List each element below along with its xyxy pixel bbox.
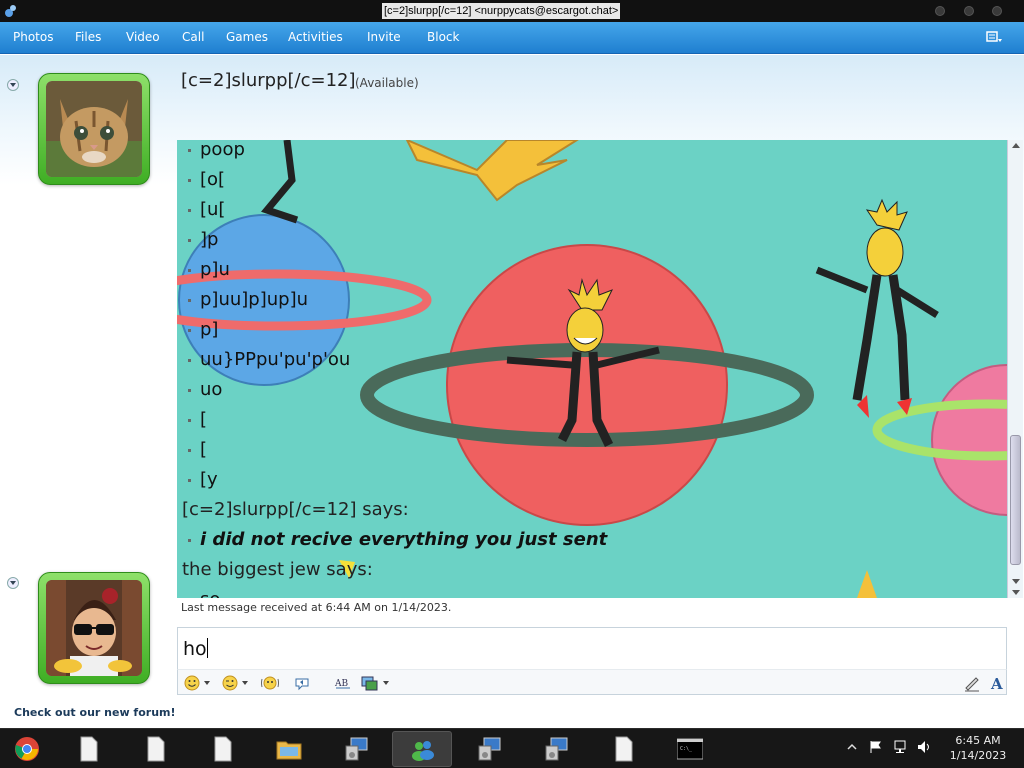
document-taskbar-button-3[interactable]: [192, 731, 252, 767]
forum-link[interactable]: Check out our new forum!: [14, 706, 176, 719]
title-bar: [c=2]slurpp[/c=12] <nurppycats@escargot.…: [0, 0, 1024, 22]
installer-taskbar-button-2[interactable]: [459, 731, 519, 767]
svg-text:C:\_: C:\_: [680, 746, 693, 752]
messenger-taskbar-button[interactable]: [392, 731, 452, 767]
show-hidden-icons-icon[interactable]: [847, 742, 857, 752]
chat-message: [: [182, 405, 982, 435]
chat-message: [o[: [182, 165, 982, 195]
clock-date: 1/14/2023: [949, 749, 1007, 762]
installer-taskbar-button-1[interactable]: [326, 731, 386, 767]
wink-icon[interactable]: [221, 674, 239, 692]
menu-photos[interactable]: Photos: [13, 30, 53, 44]
installer-taskbar-button-3[interactable]: [526, 731, 586, 767]
action-center-flag-icon[interactable]: [869, 740, 883, 754]
collapse-contact-picture-icon[interactable]: [7, 79, 19, 91]
message-input[interactable]: ho: [177, 627, 1007, 669]
installer-icon: [545, 737, 568, 761]
system-clock[interactable]: 6:45 AM 1/14/2023: [946, 733, 1010, 763]
contact-avatar[interactable]: [38, 73, 150, 185]
menu-games[interactable]: Games: [226, 30, 268, 44]
document-icon: [615, 736, 633, 762]
show-menu-icon[interactable]: [986, 30, 1002, 44]
installer-icon: [478, 737, 501, 761]
wink-dropdown-icon[interactable]: [242, 681, 248, 685]
installer-icon: [345, 737, 368, 761]
messenger-logo-icon: [5, 5, 16, 17]
chrome-icon: [15, 737, 39, 761]
chat-message: [y: [182, 465, 982, 495]
message-sender-header: [c=2]slurpp[/c=12] says:: [182, 499, 409, 520]
folder-icon: [276, 741, 302, 760]
scroll-up-arrow-icon[interactable]: [1012, 143, 1020, 148]
window-title: [c=2]slurpp[/c=12] <nurppycats@escargot.…: [382, 3, 621, 19]
collapse-my-picture-icon[interactable]: [7, 577, 19, 589]
spell-check-icon[interactable]: AB: [334, 674, 352, 692]
input-toolbar: AB A: [177, 669, 1007, 695]
document-icon: [80, 736, 98, 762]
chat-message: i did not recive everything you just sen…: [182, 525, 982, 555]
emoticon-icon[interactable]: [183, 674, 201, 692]
scroll-end-arrow-icon[interactable]: [1012, 590, 1020, 595]
file-explorer-taskbar-button[interactable]: [259, 731, 319, 767]
contact-status: (Available): [355, 76, 419, 90]
menu-call[interactable]: Call: [182, 30, 204, 44]
terminal-icon: C:\_: [677, 738, 703, 760]
nudge-icon[interactable]: [261, 674, 279, 692]
document-icon: [147, 736, 165, 762]
chat-message: p]u: [182, 255, 982, 285]
kitten-picture: [46, 81, 142, 177]
chat-message: uu}PPpu'pu'p'ou: [182, 345, 982, 375]
chat-message: poop: [182, 140, 982, 165]
taskbar: C:\_ 6:45 AM 1/14/2023: [0, 728, 1024, 768]
chat-message: ]p: [182, 225, 982, 255]
scroll-down-arrow-icon[interactable]: [1012, 579, 1020, 584]
menu-activities[interactable]: Activities: [288, 30, 343, 44]
menu-files[interactable]: Files: [75, 30, 101, 44]
network-icon[interactable]: [893, 740, 909, 754]
contact-display-name: [c=2]slurpp[/c=12]: [181, 70, 356, 91]
chat-message: uo: [182, 375, 982, 405]
menu-bar: Photos Files Video Call Games Activities…: [0, 22, 1024, 54]
chat-message: [u[: [182, 195, 982, 225]
document-icon: [214, 736, 232, 762]
minimize-button[interactable]: [935, 6, 945, 16]
messenger-buddies-icon: [412, 741, 434, 761]
document-taskbar-button-4[interactable]: [593, 731, 653, 767]
message-input-text[interactable]: ho: [183, 638, 208, 660]
message-list: poop [o[[u[]p p]u p]uu]p]up]u p] uu}PPpu'pu'p…: [182, 140, 982, 598]
close-button[interactable]: [992, 6, 1002, 16]
font-icon[interactable]: A: [988, 674, 1006, 692]
emoticon-dropdown-icon[interactable]: [204, 681, 210, 685]
user-avatar[interactable]: [38, 572, 150, 684]
chat-scrollbar[interactable]: [1007, 140, 1023, 598]
chat-message: [: [182, 435, 982, 465]
conversation-history[interactable]: poop [o[[u[]p p]u p]uu]p]up]u p] uu}PPpu'pu'p…: [177, 140, 1007, 598]
menu-invite[interactable]: Invite: [367, 30, 401, 44]
svg-text:A: A: [990, 675, 1003, 692]
handwriting-icon[interactable]: [963, 674, 981, 692]
chat-message: p]: [182, 315, 982, 345]
scrollbar-thumb[interactable]: [1010, 435, 1021, 565]
chat-message: p]uu]p]up]u: [182, 285, 982, 315]
chat-message: so: [182, 585, 982, 598]
clock-time: 6:45 AM: [955, 734, 1001, 747]
background-dropdown-icon[interactable]: [383, 681, 389, 685]
maximize-button[interactable]: [964, 6, 974, 16]
menu-video[interactable]: Video: [126, 30, 160, 44]
volume-icon[interactable]: [917, 740, 933, 754]
command-prompt-taskbar-button[interactable]: C:\_: [660, 731, 720, 767]
last-message-timestamp: Last message received at 6:44 AM on 1/14…: [181, 601, 452, 614]
menu-block[interactable]: Block: [427, 30, 459, 44]
background-picker-icon[interactable]: [360, 674, 378, 692]
document-taskbar-button-1[interactable]: [58, 731, 118, 767]
chrome-taskbar-button[interactable]: [0, 731, 57, 767]
cartoon-avatar-picture: [46, 580, 142, 676]
voice-clip-icon[interactable]: [293, 674, 311, 692]
message-sender-header: the biggest jew says:: [182, 559, 373, 580]
document-taskbar-button-2[interactable]: [125, 731, 185, 767]
